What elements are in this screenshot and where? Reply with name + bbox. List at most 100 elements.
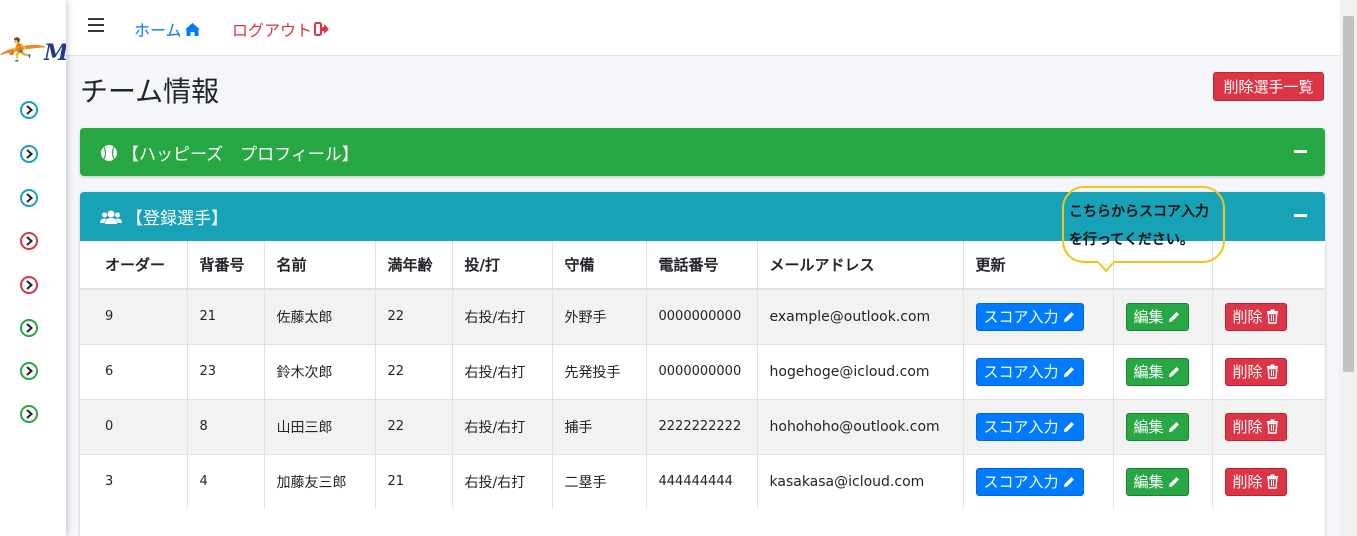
home-icon [184, 22, 200, 36]
score-input-button[interactable]: スコア入力 [975, 467, 1084, 496]
cell-name: 山田三郎 [264, 398, 376, 454]
profile-collapse-icon[interactable] [1294, 150, 1307, 153]
cell-edit-action: 編集 [1113, 453, 1213, 509]
delete-button[interactable]: 削除 [1224, 467, 1287, 496]
delete-button[interactable]: 削除 [1224, 412, 1287, 441]
cell-delete-action: 削除 [1212, 453, 1325, 509]
score-input-label: スコア入力 [983, 418, 1059, 436]
cell-position: 先発投手 [552, 343, 647, 399]
sidebar-chevron-circle-icon-3[interactable] [19, 188, 39, 208]
cell-position: 捕手 [552, 398, 647, 454]
header-position: 守備 [552, 241, 647, 290]
cell-edit-action: 編集 [1113, 398, 1213, 454]
pencil-icon [1063, 421, 1074, 432]
callout-tail [1098, 261, 1115, 273]
cell-email: kasakasa@icloud.com [757, 453, 964, 509]
header-age: 満年齢 [375, 241, 453, 290]
sidebar-chevron-circle-icon-7[interactable] [19, 361, 39, 381]
table-row: 9 21 佐藤太郎 22 右投/右打 外野手 0000000000 example@outlo… [80, 288, 1325, 344]
menu-toggle-icon[interactable] [88, 18, 104, 34]
cell-email: hohohoho@outlook.com [757, 398, 964, 454]
cell-phone: 0000000000 [646, 343, 758, 399]
pencil-icon [1063, 366, 1074, 377]
cell-age: 22 [375, 288, 453, 344]
header-email: メールアドレス [757, 241, 964, 290]
table-row: 3 4 加藤友三郎 21 右投/右打 二塁手 444444444 kasakasa@iclou… [80, 453, 1325, 509]
users-icon [100, 210, 122, 224]
brand-logo[interactable]: ⛹ M [0, 30, 66, 74]
cell-order: 6 [80, 343, 188, 399]
cell-number: 8 [187, 398, 265, 454]
pencil-icon [1168, 366, 1179, 377]
cell-name: 鈴木次郎 [264, 343, 376, 399]
delete-button[interactable]: 削除 [1224, 302, 1287, 331]
nav-home-link[interactable]: ホーム [134, 17, 201, 41]
cell-position: 二塁手 [552, 453, 647, 509]
players-table: オーダー 背番号 名前 満年齢 投/打 守備 電話番号 メールアドレス 更新 9… [80, 241, 1325, 509]
score-input-callout: こちらからスコア入力 を行ってください。 [1062, 186, 1225, 263]
cell-number: 4 [187, 453, 265, 509]
cell-email: hogehoge@icloud.com [757, 343, 964, 399]
sidebar-chevron-circle-icon-6[interactable] [19, 318, 39, 338]
team-profile-card[interactable]: 【ハッピーズ プロフィール】 [80, 128, 1325, 176]
cell-name: 加藤友三郎 [264, 453, 376, 509]
baseball-icon [101, 144, 117, 161]
cell-order: 0 [80, 398, 188, 454]
trash-icon [1266, 474, 1278, 489]
header-order: オーダー [80, 241, 188, 290]
trash-icon [1266, 364, 1278, 379]
nav-home-label: ホーム [134, 21, 182, 40]
nav-logout-link[interactable]: ログアウト [232, 17, 330, 41]
cell-position: 外野手 [552, 288, 647, 344]
page-scrollbar[interactable] [1340, 0, 1357, 536]
header-phone: 電話番号 [646, 241, 758, 290]
edit-button[interactable]: 編集 [1125, 412, 1189, 441]
cell-number: 21 [187, 288, 265, 344]
delete-button[interactable]: 削除 [1224, 357, 1287, 386]
registered-players-title-text: 【登録選手】 [126, 209, 228, 229]
callout-line-2: を行ってください。 [1069, 232, 1194, 248]
cell-score-action: スコア入力 [963, 453, 1114, 509]
header-throw-bat: 投/打 [452, 241, 553, 290]
score-input-button[interactable]: スコア入力 [975, 302, 1084, 331]
pencil-icon [1168, 476, 1179, 487]
sidebar: ⛹ M [0, 0, 66, 536]
table-row: 0 8 山田三郎 22 右投/右打 捕手 2222222222 hohohoho@outloo… [80, 398, 1325, 454]
score-input-button[interactable]: スコア入力 [975, 412, 1084, 441]
deleted-players-button[interactable]: 削除選手一覧 [1213, 72, 1324, 101]
score-input-label: スコア入力 [983, 473, 1059, 492]
score-input-label: スコア入力 [983, 308, 1059, 327]
edit-button[interactable]: 編集 [1125, 302, 1189, 331]
cell-age: 21 [375, 453, 453, 509]
edit-button[interactable]: 編集 [1125, 357, 1189, 386]
cell-phone: 2222222222 [646, 398, 758, 454]
edit-label: 編集 [1133, 473, 1164, 492]
scrollbar-thumb[interactable] [1343, 16, 1354, 372]
edit-label: 編集 [1133, 308, 1164, 327]
cell-email: example@outlook.com [757, 288, 964, 344]
cell-order: 9 [80, 288, 188, 344]
top-navbar: ホーム ログアウト [66, 0, 1340, 56]
pencil-icon [1168, 311, 1179, 322]
cell-name: 佐藤太郎 [264, 288, 376, 344]
cell-throw-bat: 右投/右打 [452, 398, 553, 454]
logo-player-figure: ⛹ [6, 38, 34, 63]
sidebar-chevron-circle-icon-1[interactable] [19, 100, 39, 120]
callout-text: こちらからスコア入力 を行ってください。 [1069, 198, 1209, 254]
sign-out-icon [314, 22, 330, 36]
score-input-button[interactable]: スコア入力 [975, 357, 1084, 386]
sidebar-chevron-circle-icon-2[interactable] [19, 144, 39, 164]
cell-delete-action: 削除 [1212, 343, 1325, 399]
sidebar-chevron-circle-icon-5[interactable] [19, 275, 39, 295]
sidebar-chevron-circle-icon-4[interactable] [19, 231, 39, 251]
cell-score-action: スコア入力 [963, 288, 1114, 344]
table-row: 6 23 鈴木次郎 22 右投/右打 先発投手 0000000000 hogehoge@icl… [80, 343, 1325, 399]
score-input-label: スコア入力 [983, 363, 1059, 381]
cell-throw-bat: 右投/右打 [452, 288, 553, 344]
edit-button[interactable]: 編集 [1125, 467, 1189, 496]
cell-score-action: スコア入力 [963, 343, 1114, 399]
pencil-icon [1063, 311, 1074, 322]
sidebar-chevron-circle-icon-8[interactable] [19, 404, 39, 424]
team-profile-card-title: 【ハッピーズ プロフィール】 [100, 140, 359, 165]
players-collapse-icon[interactable] [1294, 214, 1307, 217]
